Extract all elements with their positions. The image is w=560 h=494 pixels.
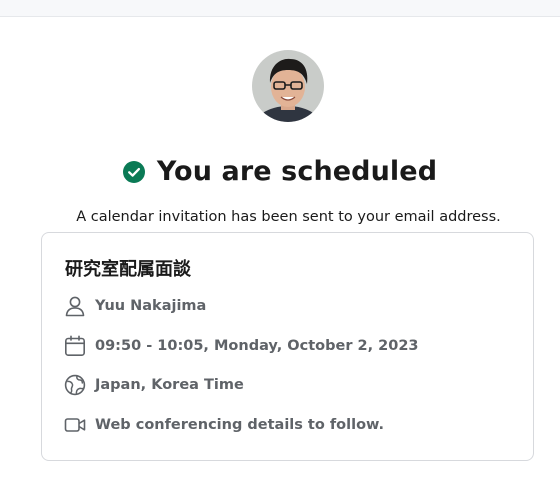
person-icon [65, 296, 85, 317]
event-details-card: 研究室配属面談 Yuu Nakajima 09:50 - 10:05, Mond… [41, 232, 534, 461]
top-bar [0, 0, 560, 17]
check-circle-icon [122, 160, 145, 183]
video-camera-icon [64, 418, 86, 432]
calendar-icon [64, 335, 85, 357]
host-avatar [252, 50, 324, 122]
globe-icon [64, 374, 86, 396]
host-row: Yuu Nakajima [64, 295, 206, 317]
timezone-row: Japan, Korea Time [64, 374, 244, 396]
location-row: Web conferencing details to follow. [64, 414, 384, 436]
event-datetime: 09:50 - 10:05, Monday, October 2, 2023 [95, 338, 419, 354]
datetime-row: 09:50 - 10:05, Monday, October 2, 2023 [64, 335, 419, 357]
host-name: Yuu Nakajima [95, 298, 207, 314]
page-title: You are scheduled [156, 156, 438, 187]
event-title: 研究室配属面談 [65, 259, 191, 280]
event-timezone: Japan, Korea Time [95, 377, 244, 393]
event-location: Web conferencing details to follow. [95, 417, 385, 433]
confirmation-message: A calendar invitation has been sent to y… [76, 209, 501, 225]
scheduled-headline: You are scheduled [0, 156, 560, 187]
